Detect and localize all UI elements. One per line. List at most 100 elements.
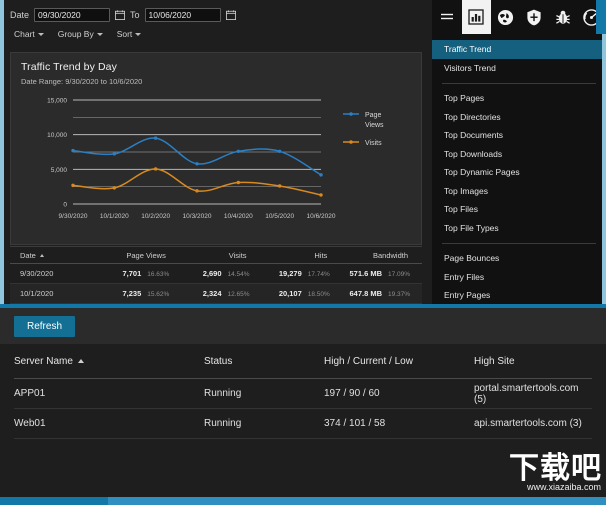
sidebar-item-entry-pages[interactable]: Entry Pages [432, 286, 606, 305]
svg-text:Visits: Visits [365, 140, 382, 147]
status-badge: Running [204, 388, 324, 399]
cell-visits-pct: 12.65% [228, 291, 258, 298]
accent-stripe-left [0, 0, 4, 308]
calendar-icon-2[interactable] [226, 10, 236, 20]
col-header-status[interactable]: Status [204, 356, 324, 367]
app-root: Date To [0, 0, 606, 505]
traffic-data-table: Date Page Views Visits Hits Bandwidth 9/… [10, 246, 422, 304]
cell-visits-value: 2,324 [203, 289, 222, 298]
col-header-status-label: Status [204, 356, 232, 367]
date-from-input[interactable] [34, 8, 110, 22]
analytics-toolbar: Date To [0, 0, 432, 48]
sidebar-nav-list: Traffic Trend Visitors Trend Top Pages T… [432, 34, 606, 305]
col-header-high-current-low[interactable]: High / Current / Low [324, 356, 474, 367]
watermark-url: www.xiazaiba.com [458, 482, 604, 492]
hamburger-menu-icon[interactable] [432, 0, 462, 34]
svg-text:9/30/2020: 9/30/2020 [59, 213, 88, 220]
col-header-page-views[interactable]: Page Views [99, 251, 180, 260]
cell-bandwidth: 571.6 MB 17.09% [342, 269, 422, 278]
sidebar-item-traffic-trend[interactable]: Traffic Trend [432, 40, 606, 59]
server-table: Server Name Status High / Current / Low … [0, 344, 606, 439]
sidebar-item-entry-files[interactable]: Entry Files [432, 268, 606, 287]
chart-plot-area: 05,00010,00015,0009/30/202010/1/202010/2… [11, 92, 421, 232]
traffic-trend-line-chart: 05,00010,00015,0009/30/202010/1/202010/2… [11, 92, 421, 232]
chart-options-row: Chart Group By Sort [10, 29, 422, 39]
col-header-visits[interactable]: Visits [180, 251, 261, 260]
table-row[interactable]: APP01 Running 197 / 90 / 60 portal.smart… [14, 379, 592, 409]
calendar-icon[interactable] [115, 10, 125, 20]
svg-text:10/6/2020: 10/6/2020 [307, 213, 336, 220]
col-header-hits-label: Hits [314, 251, 327, 260]
cell-page-views: 7,235 15.62% [101, 289, 181, 298]
cell-hits-value: 19,279 [279, 269, 302, 278]
svg-text:10/1/2020: 10/1/2020 [100, 213, 129, 220]
sidebar-divider [442, 83, 596, 84]
col-header-hits[interactable]: Hits [261, 251, 342, 260]
cell-date: 9/30/2020 [10, 269, 101, 278]
table-row[interactable]: 9/30/2020 7,701 16.63% 2,690 14.54% 19,2… [10, 264, 422, 284]
group-by-dropdown-label: Group By [58, 29, 94, 39]
col-header-high-site[interactable]: High Site [474, 356, 592, 367]
cell-visits: 2,324 12.65% [181, 289, 261, 298]
cell-page-views-value: 7,701 [122, 269, 141, 278]
group-by-dropdown[interactable]: Group By [58, 29, 103, 39]
table-header-row: Date Page Views Visits Hits Bandwidth [10, 247, 422, 264]
sidebar-item-top-pages[interactable]: Top Pages [432, 89, 606, 108]
cell-hits-pct: 18.50% [308, 291, 338, 298]
cell-visits: 2,690 14.54% [181, 269, 261, 278]
sidebar-item-top-dynamic-pages[interactable]: Top Dynamic Pages [432, 163, 606, 182]
shield-icon[interactable] [520, 0, 549, 34]
globe-icon[interactable] [491, 0, 520, 34]
cell-bandwidth-pct: 19.37% [388, 291, 418, 298]
refresh-button[interactable]: Refresh [14, 316, 75, 337]
chart-subtitle: Date Range: 9/30/2020 to 10/6/2020 [11, 73, 421, 86]
col-header-bandwidth-label: Bandwidth [373, 251, 408, 260]
accent-stripe-top [596, 0, 606, 34]
bug-icon[interactable] [548, 0, 577, 34]
analytics-pane: Date To [0, 0, 432, 308]
sidebar-item-top-file-types[interactable]: Top File Types [432, 219, 606, 238]
cell-hits: 19,279 17.74% [262, 269, 342, 278]
col-header-page-views-label: Page Views [126, 251, 165, 260]
sort-dropdown[interactable]: Sort [117, 29, 142, 39]
svg-text:10/3/2020: 10/3/2020 [183, 213, 212, 220]
sidebar-item-top-directories[interactable]: Top Directories [432, 108, 606, 127]
sort-dropdown-label: Sort [117, 29, 133, 39]
chevron-down-icon [38, 33, 44, 36]
bar-chart-icon[interactable] [462, 0, 491, 34]
cell-high-site: api.smartertools.com (3) [474, 418, 592, 429]
col-header-server-name[interactable]: Server Name [14, 356, 204, 367]
accent-stripe-right [602, 34, 606, 308]
sort-asc-icon [78, 359, 84, 363]
sidebar-item-top-downloads[interactable]: Top Downloads [432, 145, 606, 164]
sidebar-item-top-documents[interactable]: Top Documents [432, 126, 606, 145]
watermark: 下载吧 www.xiazaiba.com [458, 454, 604, 500]
cell-date: 10/1/2020 [10, 289, 101, 298]
date-to-input[interactable] [145, 8, 221, 22]
table-row[interactable]: Web01 Running 374 / 101 / 58 api.smarter… [14, 409, 592, 439]
cell-page-views: 7,701 16.63% [101, 269, 181, 278]
date-label: Date [10, 10, 29, 20]
col-header-date[interactable]: Date [10, 251, 99, 260]
sidebar-item-top-files[interactable]: Top Files [432, 200, 606, 219]
cell-high-site: portal.smartertools.com (5) [474, 383, 592, 405]
chart-dropdown[interactable]: Chart [14, 29, 44, 39]
cell-page-views-pct: 15.62% [147, 291, 177, 298]
table-row[interactable]: 10/1/2020 7,235 15.62% 2,324 12.65% 20,1… [10, 284, 422, 304]
svg-text:Views: Views [365, 122, 384, 129]
report-sidebar: Traffic Trend Visitors Trend Top Pages T… [432, 0, 606, 308]
cell-server-name: Web01 [14, 418, 204, 429]
svg-text:10/5/2020: 10/5/2020 [265, 213, 294, 220]
sidebar-item-visitors-trend[interactable]: Visitors Trend [432, 59, 606, 78]
svg-text:10/2/2020: 10/2/2020 [141, 213, 170, 220]
cell-bandwidth-pct: 17.09% [388, 271, 418, 278]
sidebar-item-top-images[interactable]: Top Images [432, 182, 606, 201]
col-header-bandwidth[interactable]: Bandwidth [341, 251, 422, 260]
watermark-logo-text: 下载吧 [458, 454, 604, 484]
col-header-server-name-label: Server Name [14, 356, 73, 367]
col-header-high-current-low-label: High / Current / Low [324, 356, 413, 367]
cell-bandwidth-value: 571.6 MB [349, 269, 382, 278]
sidebar-item-page-bounces[interactable]: Page Bounces [432, 249, 606, 268]
cell-visits-pct: 14.54% [228, 271, 258, 278]
traffic-trend-chart-card: Traffic Trend by Day Date Range: 9/30/20… [10, 52, 422, 245]
